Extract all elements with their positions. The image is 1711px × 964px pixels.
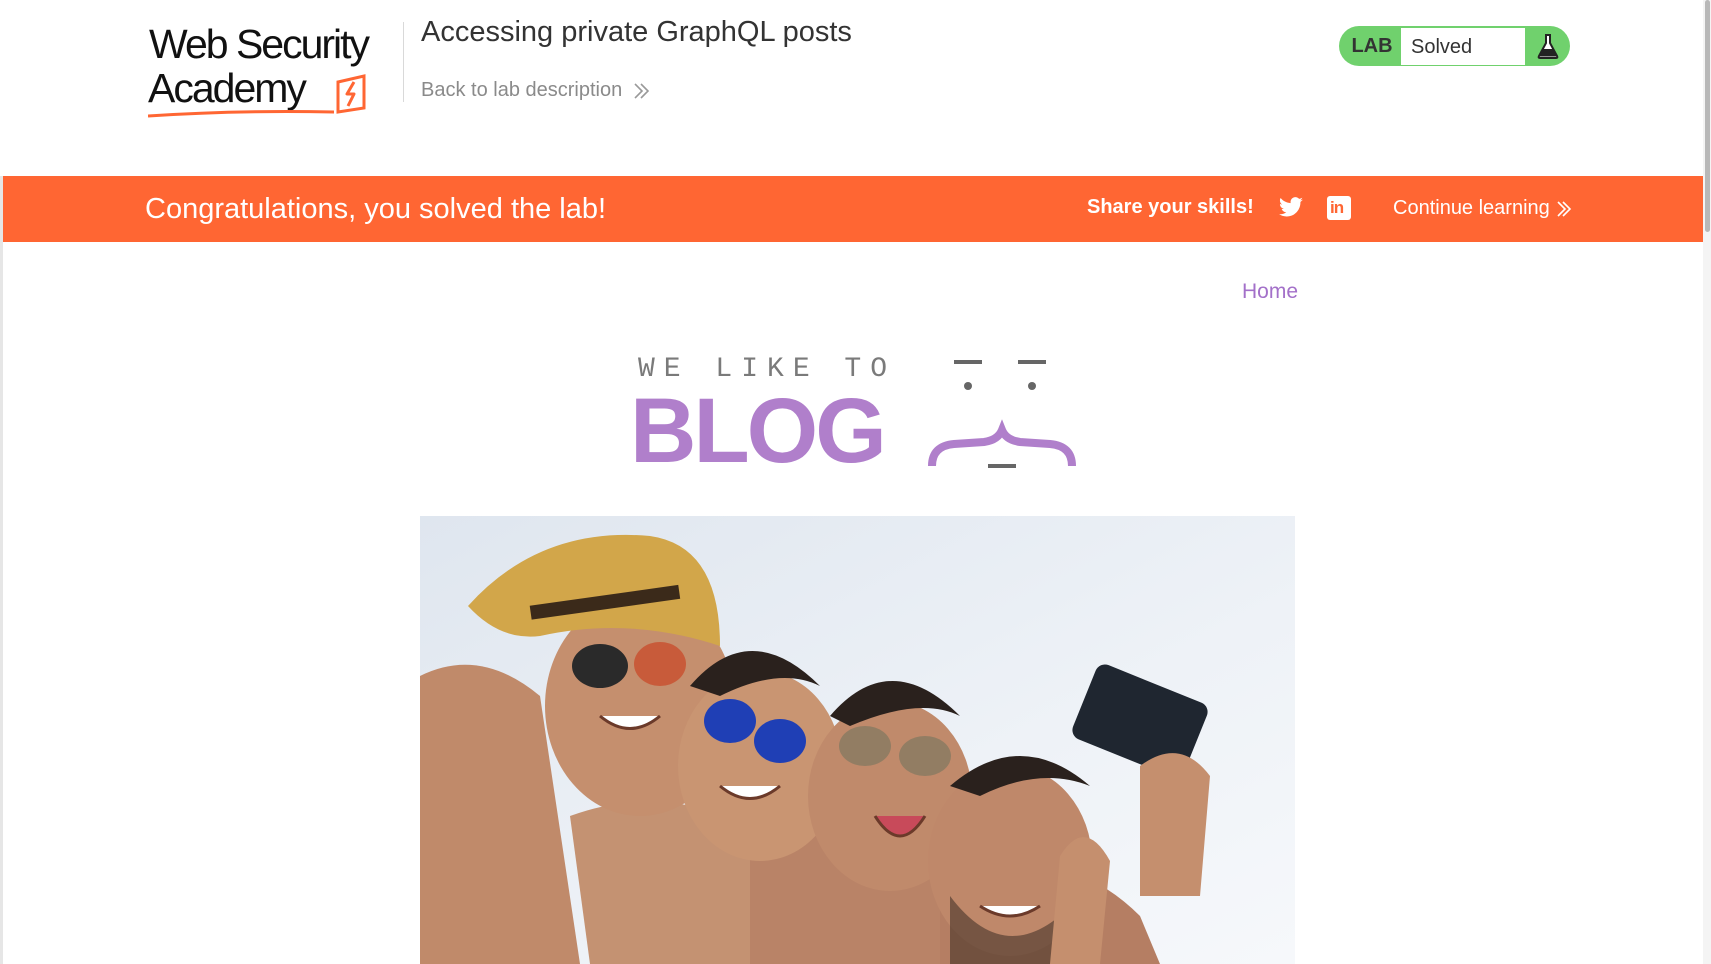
lab-status-label: LAB [1351,34,1393,57]
post-image [420,516,1295,964]
logo-underline [148,110,334,118]
nav-home-link[interactable]: Home [1242,280,1298,304]
solved-banner: Congratulations, you solved the lab! Sha… [3,176,1703,242]
scrollbar-thumb[interactable] [1705,0,1710,232]
linkedin-glyph: in [1330,198,1344,217]
logo-line-1: Web Security [149,21,370,67]
double-chevron-right-icon [634,82,650,99]
page-scrollbar[interactable] [1703,0,1711,964]
lightning-icon [336,74,366,114]
back-link-label: Back to lab description [421,79,623,101]
continue-learning-label: Continue learning [1393,197,1550,219]
brace-face-icon [928,360,1076,468]
lab-title: Accessing private GraphQL posts [421,16,852,48]
share-skills-label: Share your skills! [1087,196,1254,218]
logo-line-2: Academy [148,65,307,111]
lab-status-state: Solved [1401,27,1525,65]
blog-logo: WE LIKE TO BLOG [630,352,1080,477]
double-chevron-right-icon [1557,200,1571,217]
continue-learning-link[interactable]: Continue learning [1393,197,1572,220]
academy-logo[interactable]: Web Security Academy [148,21,400,118]
flask-icon [1525,26,1570,66]
blog-logo-word: BLOG [630,380,887,482]
solved-message: Congratulations, you solved the lab! [145,193,607,225]
linkedin-icon[interactable]: in [1327,196,1351,220]
lab-status-widget: LAB Solved [1339,26,1570,66]
lab-header: Web Security Academy Accessing private G… [0,0,1703,176]
twitter-icon[interactable] [1278,196,1304,220]
header-divider [403,22,404,102]
back-to-description-link[interactable]: Back to lab description [421,79,650,102]
